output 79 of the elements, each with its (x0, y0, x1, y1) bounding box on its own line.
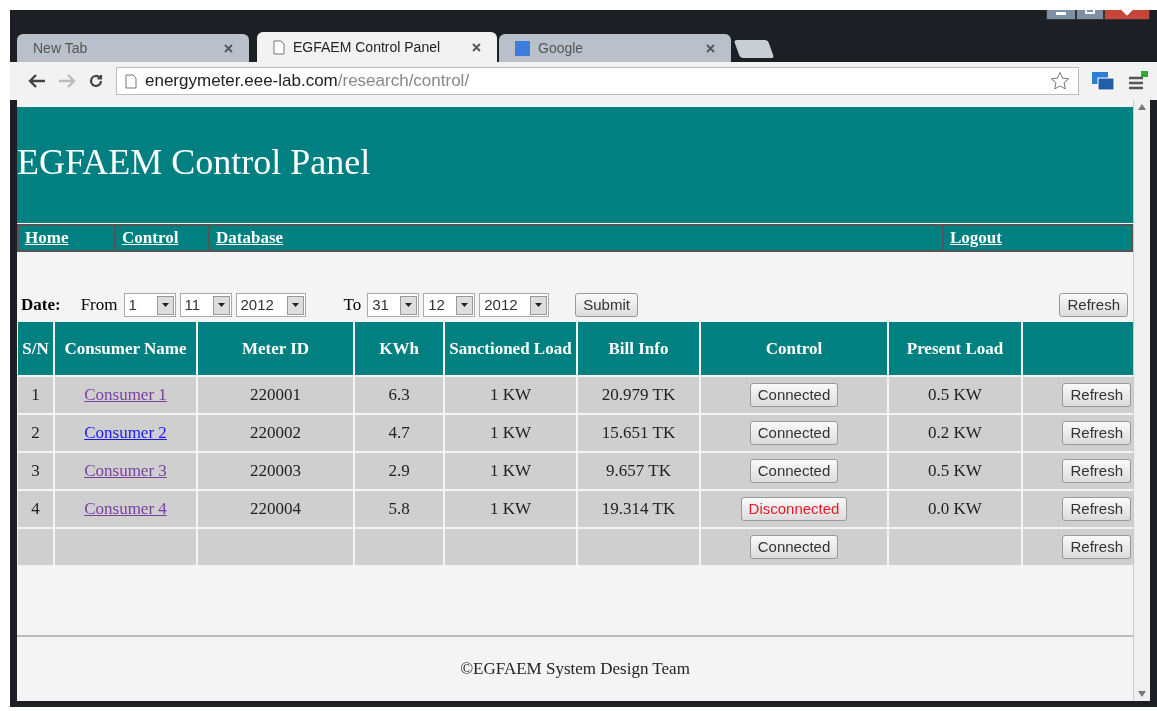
refresh-button[interactable]: Refresh (1062, 497, 1131, 522)
column-header: KWh (355, 322, 443, 375)
nav-link[interactable]: Logout (950, 225, 1002, 251)
table-cell: 220002 (198, 415, 353, 451)
page-icon (125, 73, 137, 89)
browser-tab[interactable]: Google (499, 34, 731, 62)
table-cell: 2.9 (355, 453, 443, 489)
address-field[interactable]: energymeter.eee-lab.com/research/control/ (116, 67, 1079, 95)
back-icon[interactable] (28, 74, 46, 88)
from-label: From (80, 294, 118, 317)
google-icon (515, 40, 530, 56)
column-header: Meter ID (198, 322, 353, 375)
to-label: To (343, 294, 362, 317)
table-cell: 9.657 TK (578, 453, 699, 489)
table-cell: 1 KW (445, 491, 576, 527)
submit-button[interactable]: Submit (575, 293, 638, 317)
table-cell: 1 KW (445, 453, 576, 489)
dropdown[interactable]: 12 (423, 293, 476, 317)
close-icon[interactable] (472, 42, 481, 52)
new-tab-button[interactable] (733, 40, 775, 58)
table-cell: 0.0 KW (889, 491, 1021, 527)
connected-button[interactable]: Connected (749, 459, 839, 484)
scroll-down-icon[interactable] (1138, 691, 1146, 697)
column-header: Control (701, 322, 887, 375)
dropdown[interactable]: 2012 (479, 293, 550, 317)
star-icon[interactable] (1050, 71, 1070, 91)
table-cell (18, 529, 53, 565)
column-header: Consumer Name (55, 322, 196, 375)
table-cell: 0.2 KW (889, 415, 1021, 451)
table-cell: 0.5 KW (889, 377, 1021, 413)
connected-button[interactable]: Connected (749, 421, 839, 446)
browser-tab[interactable]: EGFAEM Control Panel (257, 32, 497, 62)
menu-icon[interactable] (1127, 70, 1149, 92)
table-cell: 5.8 (355, 491, 443, 527)
nav-link[interactable]: Database (216, 225, 284, 251)
reload-icon[interactable] (88, 73, 104, 89)
date-label: Date: (21, 294, 61, 317)
table-cell: 4.7 (355, 415, 443, 451)
column-header: Sanctioned Load (445, 322, 576, 375)
table-cell: 1 (18, 377, 53, 413)
table-cell: 2 (18, 415, 53, 451)
column-header: Bill Info (578, 322, 699, 375)
table-cell: 1 KW (445, 415, 576, 451)
disconnected-button[interactable]: Disconnected (740, 497, 848, 522)
table-cell: 20.979 TK (578, 377, 699, 413)
connected-button[interactable]: Connected (749, 535, 839, 560)
monitor-icon[interactable] (1091, 70, 1115, 92)
nav-link[interactable]: Home (25, 225, 69, 251)
dropdown[interactable]: 31 (367, 293, 420, 317)
browser-tab[interactable]: New Tab (17, 34, 249, 62)
table-cell: 3 (18, 453, 53, 489)
refresh-button[interactable]: Refresh (1062, 535, 1131, 560)
column-header: Present Load (889, 322, 1021, 375)
close-icon[interactable] (224, 43, 233, 53)
connected-button[interactable]: Connected (749, 383, 839, 408)
table-cell: 1 KW (445, 377, 576, 413)
dropdown[interactable]: 11 (179, 293, 232, 317)
table-cell: 220003 (198, 453, 353, 489)
page-icon (273, 39, 285, 55)
refresh-button[interactable]: Refresh (1059, 293, 1128, 317)
table-cell: 19.314 TK (578, 491, 699, 527)
scroll-up-icon[interactable] (1138, 104, 1146, 110)
footer-text: ©EGFAEM System Design Team (460, 658, 690, 681)
table-cell: 220004 (198, 491, 353, 527)
table-cell: 4 (18, 491, 53, 527)
table-cell: 0.5 KW (889, 453, 1021, 489)
dropdown[interactable]: 2012 (235, 293, 306, 317)
refresh-button[interactable]: Refresh (1062, 459, 1131, 484)
table-cell: 220001 (198, 377, 353, 413)
close-icon[interactable] (706, 43, 715, 53)
refresh-button[interactable]: Refresh (1062, 421, 1131, 446)
nav-link[interactable]: Control (122, 225, 179, 251)
column-header: S/N (18, 322, 53, 375)
page-title: EGFAEM Control Panel (17, 141, 371, 184)
table-cell: 15.651 TK (578, 415, 699, 451)
scrollbar[interactable] (1133, 100, 1150, 701)
dropdown[interactable]: 1 (123, 293, 176, 317)
refresh-button[interactable]: Refresh (1062, 383, 1131, 408)
table-cell: 6.3 (355, 377, 443, 413)
